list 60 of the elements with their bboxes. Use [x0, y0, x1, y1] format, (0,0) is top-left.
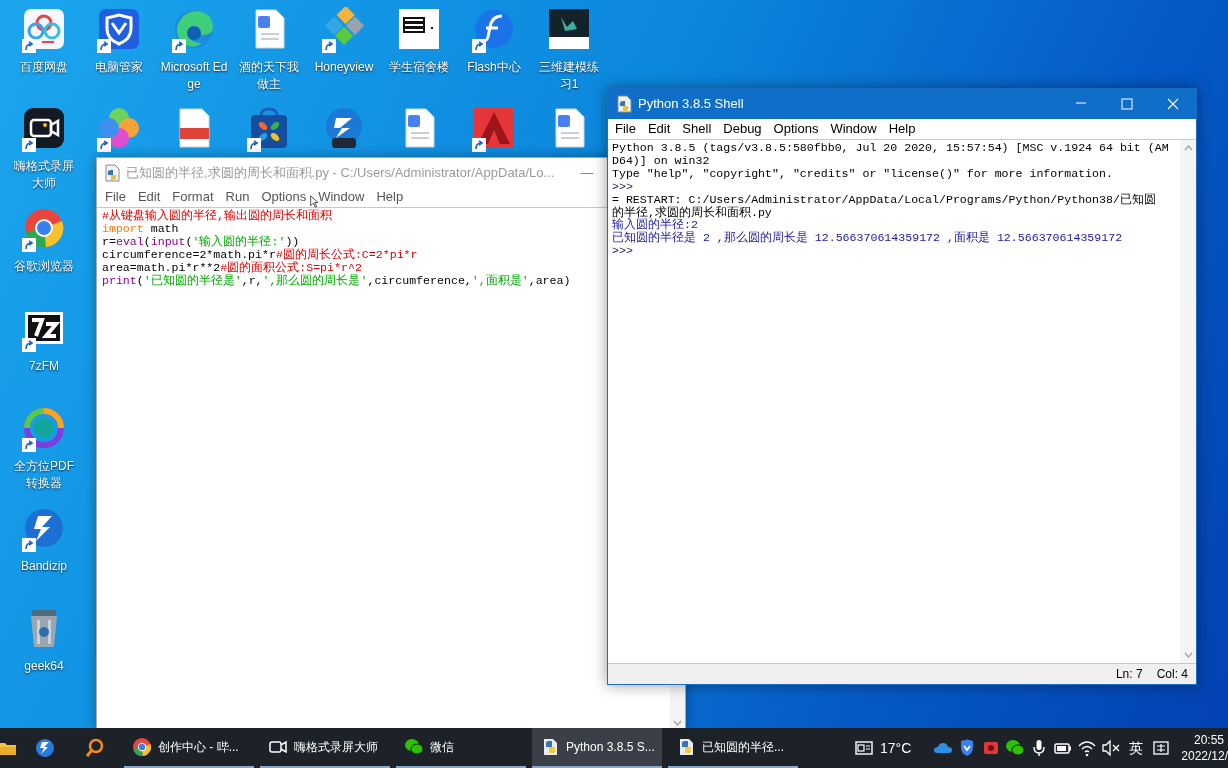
cloud-icon	[22, 7, 66, 51]
news-icon	[854, 738, 874, 758]
menu-item[interactable]: Edit	[641, 119, 677, 139]
shell-line: >>>	[612, 245, 633, 259]
code-line: area=math.pi*r**2#圆的面积公式:S=pi*r^2	[102, 261, 362, 274]
code-line: r=eval(input('输入圆的半径:'))	[102, 235, 300, 248]
shell-line: = RESTART: C:/Users/Administrator/AppData/Local/Programs/Python/Python38/已知圆	[612, 193, 1156, 206]
browser-icon	[132, 737, 152, 757]
shield-icon	[97, 7, 141, 51]
browser-icon	[172, 7, 216, 51]
python-file-icon	[104, 163, 120, 182]
code-line: import math	[102, 222, 179, 235]
search-icon[interactable]	[85, 738, 105, 758]
chat-bubbles-icon[interactable]	[1005, 738, 1026, 758]
flash-icon	[472, 7, 516, 51]
shell-line: Type "help", "copyright", "credits" or "license()" for more information.	[612, 167, 1113, 181]
shell-line: 输入圆的半径:2	[612, 219, 698, 232]
input-language-button[interactable]: 英	[1123, 737, 1150, 759]
clock[interactable]: 20:55 2022/12/	[1181, 732, 1228, 764]
wifi-icon[interactable]	[1077, 738, 1098, 758]
menu-item[interactable]: Run	[219, 187, 256, 207]
shell-line: 的半径,求圆的周长和面积.py	[612, 206, 772, 219]
chat-bubbles-icon	[404, 737, 424, 757]
input-method-icon[interactable]	[1153, 740, 1170, 756]
menu-item[interactable]: Help	[370, 187, 410, 207]
menu-item[interactable]: Options	[255, 187, 313, 207]
menu-item[interactable]: Edit	[131, 187, 167, 207]
menu-item[interactable]: Format	[166, 187, 220, 207]
menu-item[interactable]: Debug	[717, 119, 768, 139]
menu-item[interactable]: Window	[824, 119, 883, 139]
menu-item[interactable]: Shell	[676, 119, 718, 139]
menu-item[interactable]: File	[99, 187, 132, 207]
code-line: circumference=2*math.pi*r#圆的周长公式:C=2*pi*r	[102, 248, 418, 261]
muted-speaker-icon[interactable]	[1101, 738, 1122, 758]
menu-item[interactable]: Help	[882, 119, 922, 139]
shell-line: Python 3.8.5 (tags/v3.8.5:580fbb0, Jul 20 2020, 15:57:54) [MSC v.1924 64 bit (AM	[612, 142, 1169, 155]
menu-item[interactable]: Options	[767, 119, 825, 139]
browser-icon	[22, 206, 66, 250]
status-text: Col: 4	[1156, 666, 1188, 683]
minimize-button[interactable]: —	[574, 162, 600, 183]
desktop-icon-label[interactable]: 三维建模练习1	[534, 59, 604, 93]
python-file-icon	[616, 95, 632, 113]
taskbar-button[interactable]: Python 3.8.5 S...	[532, 728, 662, 768]
video-camera-icon	[22, 106, 66, 150]
window-title: Python 3.8.5 Shell	[638, 95, 744, 114]
scrollbar[interactable]	[670, 686, 685, 728]
shell-line: D64)] on win32	[612, 154, 710, 168]
lightning-icon	[22, 506, 66, 550]
weather-button[interactable]: 17°C	[848, 728, 918, 768]
status-text: Ln: 7	[1115, 666, 1143, 683]
code-line: #从键盘输入圆的半径,输出圆的周长和面积	[102, 209, 332, 222]
petals-icon	[97, 106, 141, 150]
code-line: print('已知圆的半径是',r,',那么圆的周长是',circumference,',面积是',area)	[102, 274, 571, 287]
maximize-icon	[1121, 98, 1133, 110]
lightning-icon[interactable]	[35, 738, 55, 758]
shell-line: >>>	[612, 180, 633, 194]
menu-item[interactable]: File	[609, 119, 642, 139]
shell-line: 已知圆的半径是 2 ,那么圆的周长是 12.566370614359172 ,面积是 12.566370614359172	[612, 232, 1123, 246]
close-icon	[1167, 98, 1179, 110]
window-title: 已知圆的半径,求圆的周长和面积.py - C:/Users/Administrator/AppData/Lo...	[126, 163, 555, 182]
